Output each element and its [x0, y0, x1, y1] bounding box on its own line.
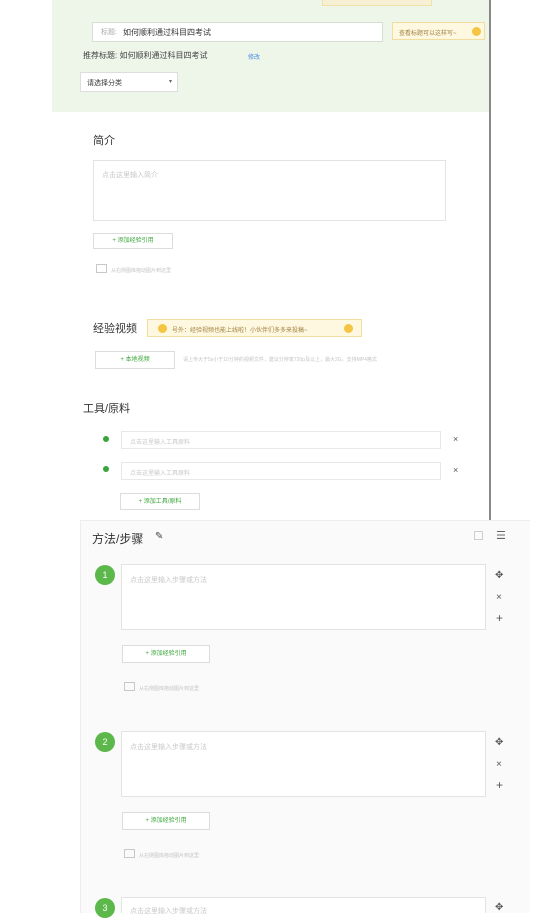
- move-icon[interactable]: ✥: [495, 737, 503, 748]
- video-heading: 经验视频: [93, 323, 137, 335]
- tip-icon: [344, 324, 353, 333]
- title-tip-text: 查看标题可以这样写~: [399, 31, 457, 37]
- tip-icon: [472, 27, 481, 36]
- step-number: 1: [95, 565, 115, 585]
- tool-input-placeholder: 点击这里输入工具原料: [130, 471, 191, 477]
- title-input-label: 标题:: [101, 29, 117, 36]
- close-icon[interactable]: ×: [496, 592, 502, 603]
- image-icon: [96, 264, 107, 273]
- tools-heading: 工具/原料: [83, 403, 131, 415]
- step-textarea[interactable]: 点击这里输入步骤或方法: [121, 731, 486, 797]
- step-number: 3: [95, 898, 115, 918]
- category-select-value: 请选择分类: [87, 80, 122, 87]
- tool-bullet: [103, 466, 109, 472]
- add-tool-button[interactable]: + 添加工具/原料: [120, 493, 200, 510]
- edit-recommend-link[interactable]: 修改: [248, 52, 260, 61]
- tool-input-placeholder: 点击这里输入工具原料: [130, 440, 191, 446]
- move-icon[interactable]: ✥: [495, 570, 503, 581]
- close-icon[interactable]: ×: [453, 465, 458, 475]
- video-tip: 号外：经验视频也能上线啦！小伙伴们多多来投稿~: [147, 319, 362, 337]
- tool-input[interactable]: 点击这里输入工具原料: [121, 431, 441, 449]
- pencil-icon[interactable]: ✎: [155, 531, 163, 542]
- step-placeholder: 点击这里输入步骤或方法: [130, 577, 207, 584]
- intro-placeholder: 点击这里输入简介: [102, 172, 158, 179]
- step-add-reference-button[interactable]: + 添加经验引用: [122, 645, 210, 663]
- plus-icon[interactable]: +: [496, 778, 503, 792]
- step-image-hint: 从右侧图库拖动图片到这里: [124, 849, 199, 859]
- tool-input[interactable]: 点击这里输入工具原料: [121, 462, 441, 480]
- step-image-hint-text: 从右侧图库拖动图片到这里: [139, 853, 200, 859]
- step-image-hint-text: 从右侧图库拖动图片到这里: [139, 686, 200, 692]
- step-textarea[interactable]: 点击这里输入步骤或方法: [121, 564, 486, 630]
- recommend-title: 推荐标题: 如何顺利通过科目四考试: [83, 50, 207, 61]
- recommend-value: 如何顺利通过科目四考试: [119, 51, 208, 60]
- image-icon: [124, 682, 135, 691]
- upload-video-button[interactable]: + 本地视频: [95, 351, 175, 369]
- tool-bullet: [103, 436, 109, 442]
- intro-image-hint: 从右侧图库拖动图片到这里: [96, 264, 171, 274]
- title-input-value: 如何顺利通过科目四考试: [123, 28, 211, 37]
- video-tip-text: 号外：经验视频也能上线啦！小伙伴们多多来投稿~: [172, 328, 308, 334]
- recommend-label: 推荐标题:: [83, 51, 118, 60]
- video-hint: 请上传大于5s小于10分钟的视频文件，建议分辨率720p及以上，最大2G，支持M…: [183, 357, 377, 363]
- list-view-icon[interactable]: ☰: [496, 529, 506, 542]
- step-number: 2: [95, 732, 115, 752]
- intro-textarea[interactable]: 点击这里输入简介: [93, 160, 446, 221]
- image-icon: [124, 849, 135, 858]
- step-placeholder: 点击这里输入步骤或方法: [130, 744, 207, 751]
- close-icon[interactable]: ×: [453, 434, 458, 444]
- intro-heading: 简介: [93, 135, 115, 147]
- grid-view-icon[interactable]: [474, 531, 483, 540]
- title-input[interactable]: 标题: 如何顺利通过科目四考试: [92, 22, 383, 42]
- step-add-reference-button[interactable]: + 添加经验引用: [122, 812, 210, 830]
- smile-icon: [158, 324, 167, 333]
- step-image-hint: 从右侧图库拖动图片到这里: [124, 682, 199, 692]
- chevron-down-icon: ▾: [168, 79, 172, 85]
- steps-heading: 方法/步骤: [92, 532, 144, 546]
- close-icon[interactable]: ×: [496, 759, 502, 770]
- step-placeholder: 点击这里输入步骤或方法: [130, 908, 207, 915]
- top-tip-edge: [322, 0, 432, 6]
- category-select[interactable]: 请选择分类 ▾: [80, 72, 178, 92]
- intro-add-reference-button[interactable]: + 添加经验引用: [93, 233, 173, 249]
- plus-icon[interactable]: +: [496, 611, 503, 625]
- title-tip[interactable]: 查看标题可以这样写~: [392, 22, 485, 40]
- step-textarea[interactable]: 点击这里输入步骤或方法: [121, 897, 486, 915]
- intro-image-hint-text: 从右侧图库拖动图片到这里: [111, 268, 172, 274]
- panel-divider: [489, 0, 491, 522]
- move-icon[interactable]: ✥: [495, 902, 503, 913]
